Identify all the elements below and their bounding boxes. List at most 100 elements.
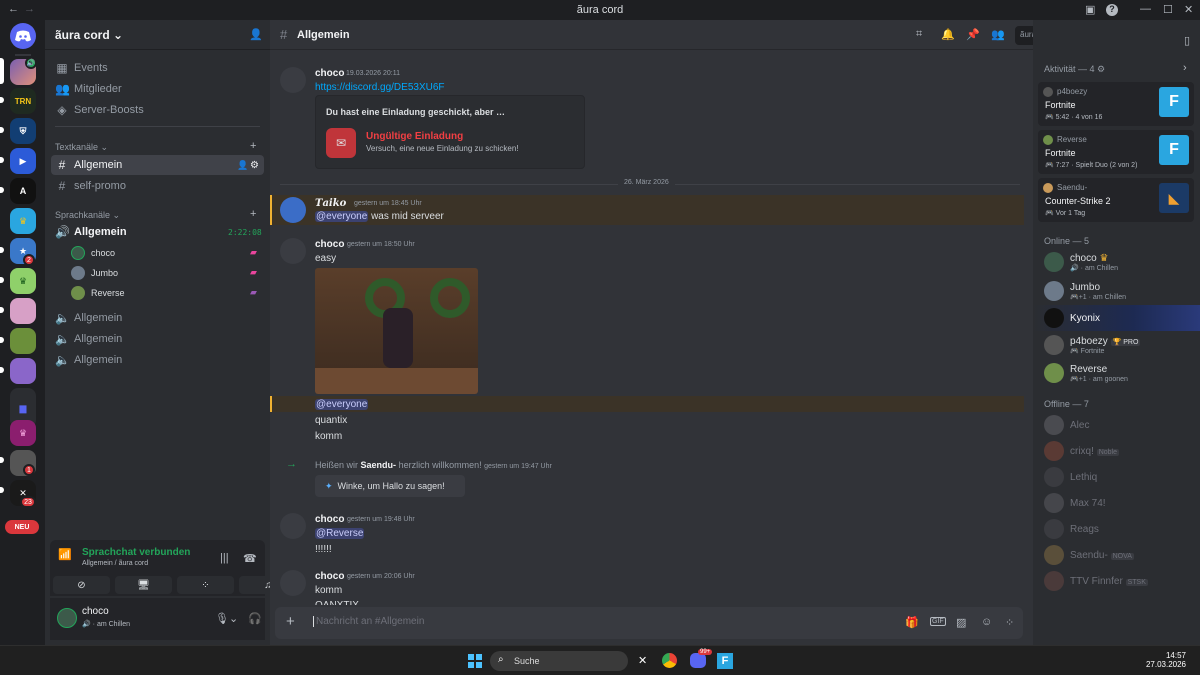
taskbar-search[interactable]: ⌕ Suche [490, 651, 628, 671]
avatar[interactable] [280, 67, 306, 93]
message-input[interactable]: Nachricht an #Allgemein [313, 616, 813, 627]
voice-channel-allgemein-2[interactable]: 🔈 Allgemein [51, 308, 264, 328]
server-pink-icon[interactable] [10, 298, 36, 324]
member-reags[interactable]: Reags [1038, 516, 1194, 542]
category-text[interactable]: Textkanäle ⌄ [55, 142, 108, 153]
category-voice[interactable]: Sprachkanäle ⌄ [55, 210, 120, 221]
member-lethiq[interactable]: Lethiq [1038, 464, 1194, 490]
screen-share-button[interactable]: 🖥 [115, 576, 172, 594]
inbox-icon[interactable]: ▣ [1085, 3, 1095, 16]
activity-card[interactable]: p4boezy Fortnite 🎮 5:42 · 4 von 16 F [1038, 82, 1194, 126]
disconnect-icon[interactable]: ☎ [243, 552, 257, 565]
add-channel-icon[interactable]: + [250, 140, 256, 152]
emoji-icon[interactable]: ☺ [981, 616, 992, 628]
apps-icon[interactable]: ⁘ [1005, 616, 1014, 629]
voice-status[interactable]: Sprachchat verbunden [82, 547, 190, 558]
settings-gear-icon[interactable]: ⚙ [250, 160, 259, 171]
gif-icon[interactable]: GIF [930, 617, 946, 626]
server-a-icon[interactable]: A [10, 178, 36, 204]
message-author[interactable]: choco [315, 68, 344, 79]
server-crown-icon[interactable]: ♛ [10, 208, 36, 234]
member-saendu[interactable]: Saendu- NOVA [1038, 542, 1194, 568]
message-author[interactable]: choco [315, 239, 344, 250]
server-shield-icon[interactable]: ⛨ [10, 118, 36, 144]
nav-events[interactable]: ▦ Events [51, 58, 264, 78]
message-author[interactable]: 𝑻𝒂𝒊𝒌𝒐 [315, 198, 346, 209]
member-p4boezy[interactable]: p4boezy 🏆 PRO 🎮 Fortnite [1038, 332, 1194, 358]
avatar[interactable] [280, 513, 306, 539]
everyone-mention[interactable]: @everyone [315, 399, 369, 410]
discord-home-icon[interactable] [10, 23, 36, 49]
server-name[interactable]: ãura cord ⌄ [55, 28, 123, 42]
invite-link[interactable]: https://discord.gg/DE53XU6F [315, 82, 445, 93]
channel-allgemein[interactable]: # Allgemein 👤 ⚙ [51, 155, 264, 175]
nav-members[interactable]: 👥 Mitglieder [51, 79, 264, 99]
member-list-icon[interactable]: 👥 [991, 28, 1005, 41]
maximize-icon[interactable]: ☐ [1163, 3, 1173, 16]
avatar[interactable] [280, 570, 306, 596]
avatar[interactable] [280, 238, 306, 264]
server-magenta-crown-icon[interactable]: ♛ [10, 420, 36, 446]
invite-icon[interactable]: 👤 [237, 160, 248, 171]
add-voice-channel-icon[interactable]: + [250, 208, 256, 220]
message-author[interactable]: choco [315, 514, 344, 525]
avatar[interactable] [280, 197, 306, 223]
clock[interactable]: 14:57 27.03.2026 [1140, 651, 1186, 669]
pin-icon[interactable]: 📌 [966, 28, 980, 41]
member-jumbo[interactable]: Jumbo 🎮+1 · am Chillen [1038, 278, 1194, 304]
sticker-icon[interactable]: ▨ [956, 616, 966, 629]
voice-user-reverse[interactable]: Reverse [71, 284, 125, 302]
server-purple-icon[interactable] [10, 358, 36, 384]
inbox-panel-icon[interactable]: ▯ [1184, 34, 1190, 47]
member-alec[interactable]: Alec [1038, 412, 1194, 438]
activities-button[interactable]: ⁘ [177, 576, 234, 594]
message-author[interactable]: choco [315, 571, 344, 582]
server-header[interactable]: ãura cord ⌄ 👤 [45, 20, 270, 50]
invite-people-icon[interactable]: 👤 [249, 28, 263, 41]
server-green-crown-icon[interactable]: ♛ [10, 268, 36, 294]
voice-location[interactable]: Allgemein / ãura cord [82, 560, 148, 567]
channel-self-promo[interactable]: # self-promo [51, 176, 264, 196]
fortnite-taskbar-icon[interactable]: F [717, 653, 733, 669]
nav-boosts[interactable]: ◈ Server-Boosts [51, 100, 264, 120]
microphone-icon[interactable]: 🎙⌄ [215, 612, 238, 625]
notifications-bell-icon[interactable]: 🔔 [941, 28, 955, 41]
member-ttv-finnfer[interactable]: TTV Finnfer STSK [1038, 568, 1194, 594]
camera-off-button[interactable]: ⊘ [53, 576, 110, 594]
member-kyonix[interactable]: Kyonix [1033, 305, 1200, 331]
activity-card[interactable]: Reverse Fortnite 🎮 7:27 · Spielt Duo (2 … [1038, 130, 1194, 174]
gif-image[interactable] [315, 268, 478, 394]
member-crixq[interactable]: crixq! Noble [1038, 438, 1194, 464]
voice-channel-allgemein[interactable]: 🔊 Allgemein 2:22:08 [51, 222, 264, 242]
voice-channel-allgemein-4[interactable]: 🔈 Allgemein [51, 350, 264, 370]
minimize-icon[interactable]: — [1140, 3, 1151, 15]
chrome-icon[interactable] [662, 653, 677, 668]
user-status[interactable]: 🔊 · am Chillen [82, 620, 130, 628]
windows-start-icon[interactable] [468, 654, 482, 668]
user-name[interactable]: choco [82, 606, 109, 617]
voice-channel-allgemein-3[interactable]: 🔈 Allgemein [51, 329, 264, 349]
everyone-mention[interactable]: @everyone [315, 211, 369, 222]
chevron-right-icon[interactable]: › [1183, 62, 1187, 74]
voice-user-jumbo[interactable]: Jumbo [71, 264, 118, 282]
threads-icon[interactable]: ⌗ [916, 28, 922, 41]
server-trn-icon[interactable]: TRN [10, 88, 36, 114]
noise-suppression-icon[interactable]: ||| [220, 552, 229, 564]
server-ps-icon[interactable]: ▶ [10, 148, 36, 174]
user-mention[interactable]: @Reverse [315, 528, 365, 539]
member-max74[interactable]: Max 74! [1038, 490, 1194, 516]
help-icon[interactable]: ? [1106, 4, 1118, 16]
attach-plus-icon[interactable]: + [286, 613, 295, 630]
member-reverse[interactable]: Reverse 🎮+1 · am goonen [1038, 360, 1194, 386]
server-avatar-icon[interactable] [10, 328, 36, 354]
headphones-icon[interactable]: 🎧 [248, 612, 262, 625]
close-icon[interactable]: ✕ [1184, 3, 1193, 16]
x-app-icon[interactable]: ✕ [638, 654, 647, 667]
voice-user-choco[interactable]: choco [71, 244, 115, 262]
activity-card[interactable]: Saendu- Counter-Strike 2 🎮 Vor 1 Tag ◣ [1038, 178, 1194, 222]
discord-taskbar-icon[interactable] [690, 653, 706, 668]
new-badge[interactable]: NEU [5, 520, 39, 534]
member-choco[interactable]: choco ♛ 🔊 · am Chillen [1038, 249, 1194, 275]
avatar[interactable] [57, 608, 77, 628]
gift-icon[interactable]: 🎁 [905, 616, 919, 629]
